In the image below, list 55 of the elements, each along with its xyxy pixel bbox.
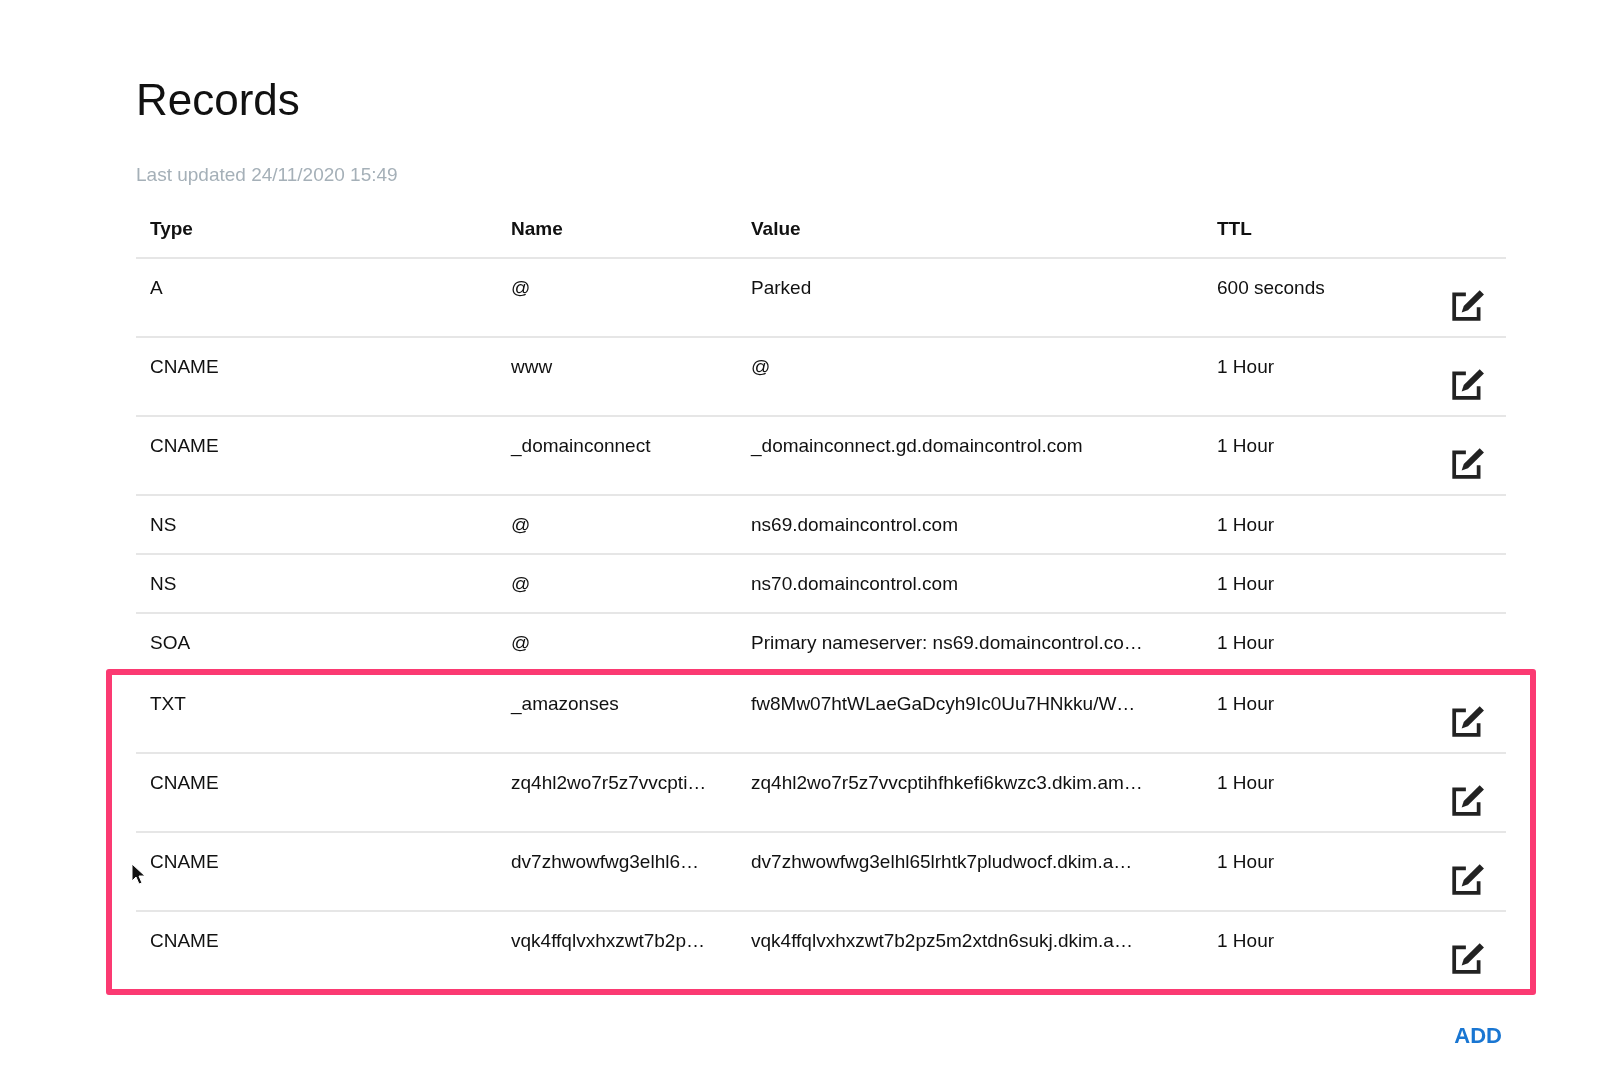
edit-icon[interactable]	[1451, 367, 1485, 401]
table-cell-text: _amazonses	[509, 692, 619, 715]
table-cell-text: Primary nameserver: ns69.domaincontrol.co…	[750, 631, 1143, 654]
edit-icon[interactable]	[1451, 941, 1485, 975]
column-header: Name	[510, 217, 563, 240]
table-cell-text: @	[510, 631, 531, 654]
table-cell-text: Parked	[750, 276, 812, 299]
edit-icon[interactable]	[1451, 783, 1485, 817]
table-cell-text: @	[510, 572, 531, 595]
last-updated-text: Last updated 24/11/2020 15:49	[136, 164, 399, 186]
table-cell-text: dv7zhwowfwg3elhl65lrhtk7pludwocf.dkim.a…	[750, 850, 1133, 873]
add-button[interactable]: ADD	[1450, 1023, 1506, 1049]
column-header: Type	[149, 217, 193, 240]
table-cell-text: vqk4ffqlvxhxzwt7b2pz5m2xtdn6sukj.dkim.a…	[750, 929, 1133, 952]
column-header: TTL	[1216, 217, 1252, 240]
edit-icon[interactable]	[1451, 704, 1485, 738]
table-cell-text: ns70.domaincontrol.com	[750, 572, 958, 595]
table-cell-text: 1 Hour	[1216, 929, 1275, 952]
table-cell-text: zq4hl2wo7r5z7vvcptihfhkefi6kwzc3.dkim.am…	[750, 771, 1143, 794]
table-cell-text: 1 Hour	[1216, 771, 1275, 794]
table-cell-text: CNAME	[149, 355, 219, 378]
table-cell-text: SOA	[149, 631, 191, 654]
table-cell-text: 600 seconds	[1216, 276, 1325, 299]
table-cell-text: 1 Hour	[1216, 692, 1275, 715]
table-cell-text: @	[510, 513, 531, 536]
table-cell-text: 1 Hour	[1216, 631, 1275, 654]
table-cell-text: 1 Hour	[1216, 572, 1275, 595]
table-cell-text: CNAME	[149, 850, 219, 873]
table-cell-text: zq4hl2wo7r5z7vvcpti…	[510, 771, 707, 794]
table-cell-text: fw8Mw07htWLaeGaDcyh9Ic0Uu7HNkku/W…	[750, 692, 1136, 715]
table-cell-text: 1 Hour	[1216, 850, 1275, 873]
table-cell-text: 1 Hour	[1216, 355, 1275, 378]
table-cell-text: ns69.domaincontrol.com	[750, 513, 958, 536]
edit-icon[interactable]	[1451, 862, 1485, 896]
table-cell-text: 1 Hour	[1216, 434, 1275, 457]
table-cell-text: www	[510, 355, 553, 378]
table-cell-text: @	[510, 276, 531, 299]
edit-icon[interactable]	[1451, 446, 1485, 480]
table-cell-text: NS	[149, 572, 177, 595]
page-title: Records	[136, 74, 301, 126]
table-cell-text: dv7zhwowfwg3elhl6…	[510, 850, 699, 873]
table-cell-text: 1 Hour	[1216, 513, 1275, 536]
mouse-cursor-icon	[131, 863, 145, 885]
table-cell-text: _domainconnect	[509, 434, 651, 457]
table-cell-text: _domainconnect.gd.domaincontrol.com	[749, 434, 1083, 457]
table-cell-text: @	[750, 355, 771, 378]
table-cell-text: NS	[149, 513, 177, 536]
table-cell-text: A	[149, 276, 163, 299]
table-cell-text: CNAME	[149, 929, 219, 952]
table-cell-text: CNAME	[149, 434, 219, 457]
column-header: Value	[750, 217, 801, 240]
edit-icon[interactable]	[1451, 288, 1485, 322]
table-cell-text: TXT	[149, 692, 186, 715]
table-cell-text: CNAME	[149, 771, 219, 794]
table-cell-text: vqk4ffqlvxhxzwt7b2p…	[510, 929, 705, 952]
